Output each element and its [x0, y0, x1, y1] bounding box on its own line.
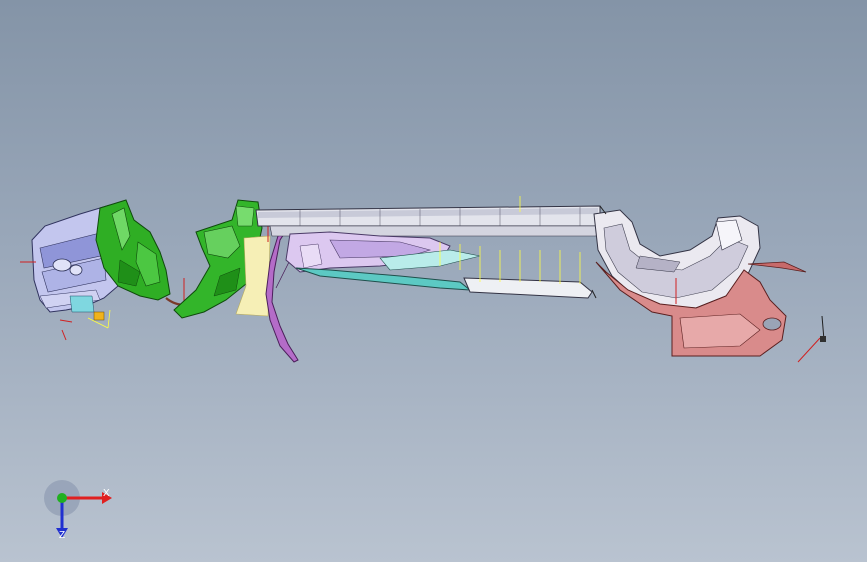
y-axis-dot-icon [57, 493, 67, 503]
side-sill-rail-part[interactable] [255, 196, 601, 237]
cad-viewport[interactable]: X Z [0, 0, 867, 562]
z-axis-label: Z [59, 530, 66, 541]
x-axis-label: X [103, 488, 110, 499]
car-body-assembly-model[interactable] [0, 0, 867, 562]
reference-markers [439, 242, 581, 284]
